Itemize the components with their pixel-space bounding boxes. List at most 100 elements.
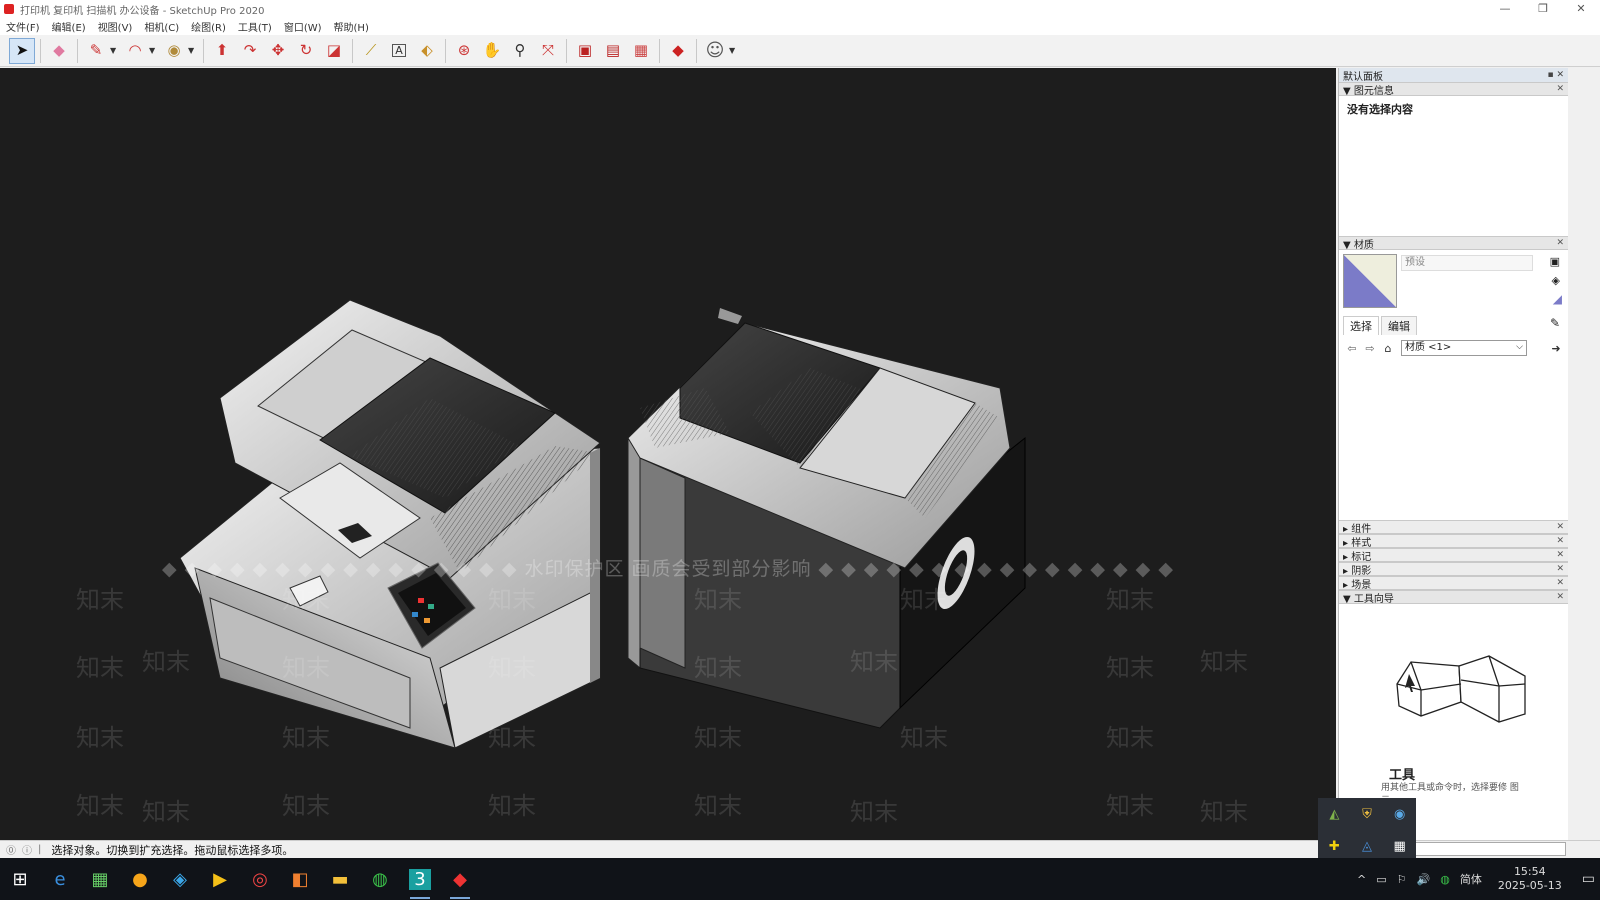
- chevron-down-icon[interactable]: ▼: [188, 46, 197, 55]
- plus-app-icon[interactable]: ✚: [1329, 839, 1340, 854]
- eraser-tool-button[interactable]: ◆: [46, 38, 72, 64]
- material-library-select[interactable]: 材质 <1>: [1401, 340, 1527, 356]
- taskbar-explorer[interactable]: ▬: [320, 858, 360, 900]
- close-icon[interactable]: ✕: [1556, 522, 1564, 532]
- menu-tools[interactable]: 工具(T): [238, 19, 272, 34]
- rotate-tool-button[interactable]: ↻: [293, 38, 319, 64]
- follow-me-tool-button[interactable]: ↷: [237, 38, 263, 64]
- grid-app-icon[interactable]: ▦: [1394, 839, 1406, 854]
- menu-camera[interactable]: 相机(C): [144, 19, 179, 34]
- taskbar-ie[interactable]: e: [40, 858, 80, 900]
- extension-manager-button[interactable]: ◆: [665, 38, 691, 64]
- tags-header[interactable]: ▸ 标记 ✕: [1339, 548, 1568, 563]
- start-button[interactable]: ⊞: [0, 858, 40, 900]
- folder-icon: ▬: [331, 868, 349, 890]
- taskbar-sketchup[interactable]: ◆: [440, 858, 480, 900]
- notification-icon[interactable]: ▭: [1582, 871, 1595, 887]
- close-button[interactable]: ✕: [1562, 0, 1600, 18]
- scenes-header[interactable]: ▸ 场景 ✕: [1339, 576, 1568, 591]
- shadows-header[interactable]: ▸ 阴影 ✕: [1339, 562, 1568, 577]
- styles-header[interactable]: ▸ 样式 ✕: [1339, 534, 1568, 549]
- cloud-icon[interactable]: ◬: [1362, 839, 1372, 854]
- arc-tool-button[interactable]: ◠: [122, 38, 148, 64]
- tape-measure-tool-button[interactable]: ⟋: [358, 38, 384, 64]
- extension-warehouse-button[interactable]: ▤: [600, 38, 626, 64]
- chevron-up-icon[interactable]: ^: [1357, 873, 1366, 886]
- taskbar-media-app[interactable]: ●: [120, 858, 160, 900]
- minimize-button[interactable]: —: [1486, 0, 1524, 18]
- flag-icon[interactable]: ⚐: [1397, 873, 1407, 886]
- orbit-tool-button[interactable]: ⊛: [451, 38, 477, 64]
- taskbar-image-app[interactable]: ▦: [80, 858, 120, 900]
- paint-bucket-tool-button[interactable]: ⬖: [414, 38, 440, 64]
- taskbar-wechat[interactable]: ◍: [360, 858, 400, 900]
- home-icon[interactable]: ⌂: [1379, 342, 1397, 355]
- menu-edit[interactable]: 编辑(E): [52, 19, 86, 34]
- menu-view[interactable]: 视图(V): [98, 19, 133, 34]
- taskbar-orange-app[interactable]: ◧: [280, 858, 320, 900]
- clock[interactable]: 15:54 2025-05-13: [1493, 865, 1567, 893]
- instructor-title: 工具向导: [1353, 593, 1394, 605]
- close-icon[interactable]: ✕: [1556, 564, 1564, 574]
- push-pull-tool-button[interactable]: ⬆: [209, 38, 235, 64]
- create-material-icon[interactable]: ▣: [1550, 255, 1560, 268]
- scale-tool-button[interactable]: ◪: [321, 38, 347, 64]
- close-icon[interactable]: ✕: [1556, 550, 1564, 560]
- menu-file[interactable]: 文件(F): [6, 19, 40, 34]
- pin-icon[interactable]: ▪ ✕: [1547, 70, 1564, 80]
- security-icon[interactable]: ⛨: [1362, 807, 1372, 822]
- default-material-icon[interactable]: ◈: [1552, 274, 1560, 287]
- network-icon[interactable]: ▭: [1376, 873, 1386, 886]
- zoom-tool-button[interactable]: ⚲: [507, 38, 533, 64]
- instructor-header[interactable]: ▼ 工具向导 ✕: [1339, 590, 1568, 605]
- eyedropper-icon[interactable]: ✎: [1550, 316, 1560, 330]
- model-viewport[interactable]: ◆ ◆ ◆ ◆ ◆ ◆ ◆ ◆ ◆ ◆ ◆ ◆ ◆ ◆ ◆ ◆ 水印保护区 画质…: [0, 68, 1336, 840]
- chevron-down-icon[interactable]: ▼: [110, 46, 119, 55]
- menu-help[interactable]: 帮助(H): [334, 19, 369, 34]
- line-tool-button[interactable]: ✎: [83, 38, 109, 64]
- chevron-down-icon[interactable]: ▼: [149, 46, 158, 55]
- instructor-toggle-icon[interactable]: |: [38, 844, 41, 855]
- send-to-layout-button[interactable]: ▦: [628, 38, 654, 64]
- tab-edit[interactable]: 编辑: [1381, 316, 1417, 335]
- credits-icon[interactable]: ⓘ: [22, 842, 32, 857]
- select-tool-button[interactable]: ➤: [9, 37, 35, 64]
- forward-arrow-icon[interactable]: ⇨: [1361, 342, 1379, 355]
- measurements-box[interactable]: [1396, 842, 1566, 856]
- account-button[interactable]: ☺: [702, 38, 728, 64]
- chevron-down-icon[interactable]: ▼: [729, 46, 738, 55]
- menu-window[interactable]: 窗口(W): [284, 19, 322, 34]
- back-arrow-icon[interactable]: ⇦: [1343, 342, 1361, 355]
- components-header[interactable]: ▸ 组件 ✕: [1339, 520, 1568, 535]
- restore-button[interactable]: ❐: [1524, 0, 1562, 18]
- menu-draw[interactable]: 绘图(R): [191, 19, 226, 34]
- taskbar-shield-app[interactable]: ◈: [160, 858, 200, 900]
- taskbar-3dsmax[interactable]: 3: [400, 858, 440, 900]
- material-swatch[interactable]: [1343, 254, 1397, 308]
- ime-indicator[interactable]: 简体: [1460, 871, 1482, 887]
- close-icon[interactable]: ✕: [1556, 578, 1564, 588]
- text-tool-button[interactable]: A: [386, 38, 412, 64]
- taskbar-chrome[interactable]: ◎: [240, 858, 280, 900]
- sample-paint-icon[interactable]: ◢: [1553, 292, 1562, 306]
- shield-app-icon[interactable]: ◉: [1394, 807, 1405, 822]
- wechat-tray-icon[interactable]: ◍: [1440, 873, 1450, 886]
- pan-tool-button[interactable]: ✋: [479, 38, 505, 64]
- geolocation-icon[interactable]: ⓪: [6, 842, 16, 857]
- material-name-field[interactable]: 预设: [1401, 255, 1533, 271]
- zoom-extents-tool-button[interactable]: ⤧: [535, 38, 561, 64]
- circle-tool-button[interactable]: ◉: [161, 38, 187, 64]
- nvidia-icon[interactable]: ◭: [1329, 807, 1339, 822]
- close-icon[interactable]: ✕: [1556, 592, 1564, 602]
- close-icon[interactable]: ✕: [1556, 84, 1564, 94]
- entity-info-header[interactable]: ▼ 图元信息 ✕: [1339, 82, 1568, 97]
- move-tool-button[interactable]: ✥: [265, 38, 291, 64]
- close-icon[interactable]: ✕: [1556, 238, 1564, 248]
- close-icon[interactable]: ✕: [1556, 536, 1564, 546]
- materials-header[interactable]: ▼ 材质 ✕: [1339, 236, 1568, 251]
- details-arrow-icon[interactable]: ➜: [1547, 342, 1565, 355]
- 3d-warehouse-button[interactable]: ▣: [572, 38, 598, 64]
- volume-icon[interactable]: 🔊: [1417, 873, 1431, 886]
- taskbar-player-app[interactable]: ▶: [200, 858, 240, 900]
- tab-select[interactable]: 选择: [1343, 316, 1379, 335]
